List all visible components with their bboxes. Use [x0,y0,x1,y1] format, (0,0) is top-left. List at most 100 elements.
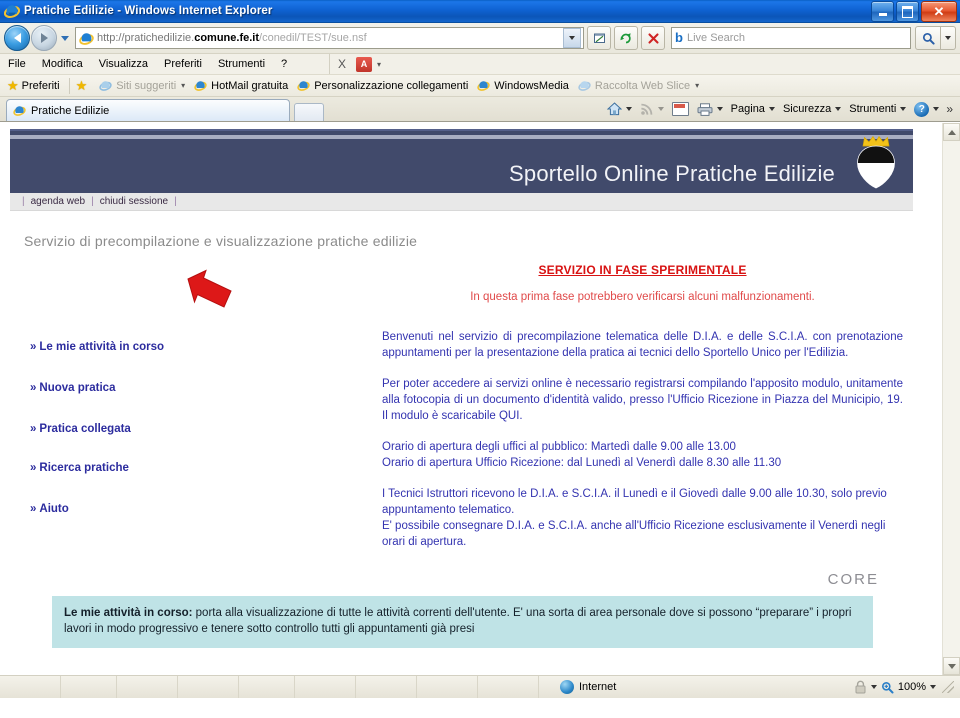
favorite-hotmail-gratuita[interactable]: HotMail gratuita [191,79,294,92]
url-prefix: http://pratichedilizie. [97,32,195,44]
subnav-item-chiudi-sessione[interactable]: chiudi sessione [100,196,168,207]
scroll-up-button[interactable] [943,123,960,141]
search-input[interactable]: b Live Search [671,27,911,49]
home-button[interactable] [603,99,636,119]
menu-preferiti[interactable]: Preferiti [156,54,210,74]
tip-bold-lead: Le mie attività in corso: [64,607,193,619]
tab-pratiche-edilizie[interactable]: Pratiche Edilizie [6,99,290,121]
nav-label: Le mie attività in corso [39,341,165,353]
security-zone-label: Internet [579,681,617,693]
window-controls: ✕ [871,1,957,22]
ie-favicon-icon [194,79,207,92]
address-bar[interactable]: http://pratichedilizie.comune.fe.it/cone… [75,27,584,49]
url-domain: comune.fe.it [194,32,260,44]
favorite-label: WindowsMedia [494,79,569,92]
ie-favicon-icon [297,79,310,92]
menu-strumenti[interactable]: Strumenti [210,54,273,74]
new-tab-button[interactable] [294,103,324,121]
core-logo: CORE [827,571,879,588]
favorite-label: HotMail gratuita [211,79,289,92]
subnav-divider: | [22,196,25,207]
refresh-button[interactable] [614,26,638,50]
protected-mode-dropdown-icon[interactable] [870,685,877,689]
address-dropdown-icon[interactable] [563,28,581,48]
nav-aiuto[interactable]: » Aiuto [10,503,382,515]
technicians-paragraph: I Tecnici Istruttori ricevono le D.I.A. … [382,488,887,548]
favorites-button[interactable]: ★ Preferiti [4,78,66,94]
tools-menu-button[interactable]: Strumenti [845,99,910,119]
site-banner: Sportello Online Pratiche Edilizie [10,129,913,193]
menu-modifica[interactable]: Modifica [34,54,91,74]
close-toolbar-icon[interactable]: X [330,54,354,74]
search-placeholder-text: Live Search [686,32,746,44]
search-provider-dropdown-icon[interactable] [941,26,956,50]
zoom-level-label[interactable]: 100% [898,681,926,693]
page-menu-label: Pagina [730,103,765,115]
stop-button[interactable] [641,26,665,50]
back-button[interactable] [4,25,30,51]
rss-feed-icon [640,102,654,116]
internet-zone-globe-icon [560,680,574,694]
favorite-personalizzazione-collegamenti[interactable]: Personalizzazione collegamenti [294,79,474,92]
mail-button[interactable] [668,99,693,119]
chevron-right-icon: » [30,423,37,435]
help-menu-button[interactable]: ? [910,99,943,119]
intro-paragraph: Benvenuti nel servizio di precompilazion… [382,331,903,359]
tab-favicon-icon [13,104,26,117]
menu-file[interactable]: File [0,54,34,74]
chevron-down-icon[interactable]: ▾ [695,81,699,90]
nav-ricerca-pratiche[interactable]: » Ricerca pratiche [10,462,382,474]
maximize-button[interactable] [896,1,919,22]
favorite-label: Raccolta Web Slice [594,79,691,92]
nav-pratica-collegata[interactable]: » Pratica collegata [10,423,382,435]
pdf-toolbar-icon[interactable]: A [356,56,373,72]
subnav-item-agenda-web[interactable]: agenda web [31,196,86,207]
navigation-toolbar: http://pratichedilizie.comune.fe.it/cone… [0,23,960,54]
window-title-bar[interactable]: Pratiche Edilizie - Windows Internet Exp… [0,0,960,23]
help-icon: ? [914,101,930,117]
search-go-button[interactable] [915,26,941,50]
alert-heading: SERVIZIO IN FASE SPERIMENTALE [538,263,747,277]
page-body: » Le mie attività in corso » Nuova pratica… [10,249,913,565]
page-vertical-scrollbar[interactable] [942,123,960,675]
pdf-dropdown-icon[interactable]: ▾ [377,60,381,69]
office-hours-paragraph: Orario di apertura degli uffici al pubbl… [382,441,782,469]
menu-visualizza[interactable]: Visualizza [91,54,156,74]
security-menu-label: Sicurezza [782,103,832,115]
zoom-dropdown-icon[interactable] [930,685,936,689]
page-subtitle: Servizio di precompilazione e visualizza… [24,233,418,249]
add-to-favorites-bar-button[interactable]: ★ [68,77,97,94]
history-dropdown-icon[interactable] [58,26,72,50]
site-subnav: | agenda web | chiudi sessione | [10,193,913,211]
favorites-bar: ★ Preferiti ★ Siti suggeriti ▾ HotMail g… [0,75,960,97]
scroll-down-button[interactable] [943,657,960,675]
nav-le-mie-attivita-in-corso[interactable]: » Le mie attività in corso [10,341,382,353]
security-menu-button[interactable]: Sicurezza [779,99,845,119]
chevron-down-icon[interactable]: ▾ [181,81,185,90]
compatibility-view-button[interactable] [587,26,611,50]
stemma-comune-ferrara-icon [853,133,899,191]
favorite-raccolta-web-slice[interactable]: Raccolta Web Slice ▾ [575,79,705,92]
print-button[interactable] [693,99,727,119]
site-wrapper: Sportello Online Pratiche Edilizie | age… [0,123,943,648]
command-bar-overflow-icon[interactable]: » [943,102,956,116]
close-button[interactable]: ✕ [921,1,957,22]
tip-callout-box: Le mie attività in corso: porta alla vis… [52,596,873,648]
left-navigation: » Le mie attività in corso » Nuova pratica… [10,263,382,565]
security-zone-indicator[interactable]: Internet [560,680,616,694]
ie-favicon-icon [99,79,112,92]
protected-mode-lock-icon [854,680,867,694]
nav-nuova-pratica[interactable]: » Nuova pratica [10,382,382,394]
minimize-button[interactable] [871,1,894,22]
status-bar-right: 100% [854,680,954,694]
favorite-windowsmedia[interactable]: WindowsMedia [474,79,575,92]
page-menu-button[interactable]: Pagina [727,99,779,119]
registration-paragraph: Per poter accedere ai servizi online è n… [382,378,903,422]
favorite-siti-suggeriti[interactable]: Siti suggeriti ▾ [96,79,191,92]
resize-grip[interactable] [942,681,954,693]
forward-button[interactable] [31,25,57,51]
banner-title: Sportello Online Pratiche Edilizie [509,161,835,186]
command-bar: Pagina Sicurezza Strumenti ? » [603,99,956,119]
feeds-button[interactable] [636,99,668,119]
menu-help[interactable]: ? [273,54,295,74]
